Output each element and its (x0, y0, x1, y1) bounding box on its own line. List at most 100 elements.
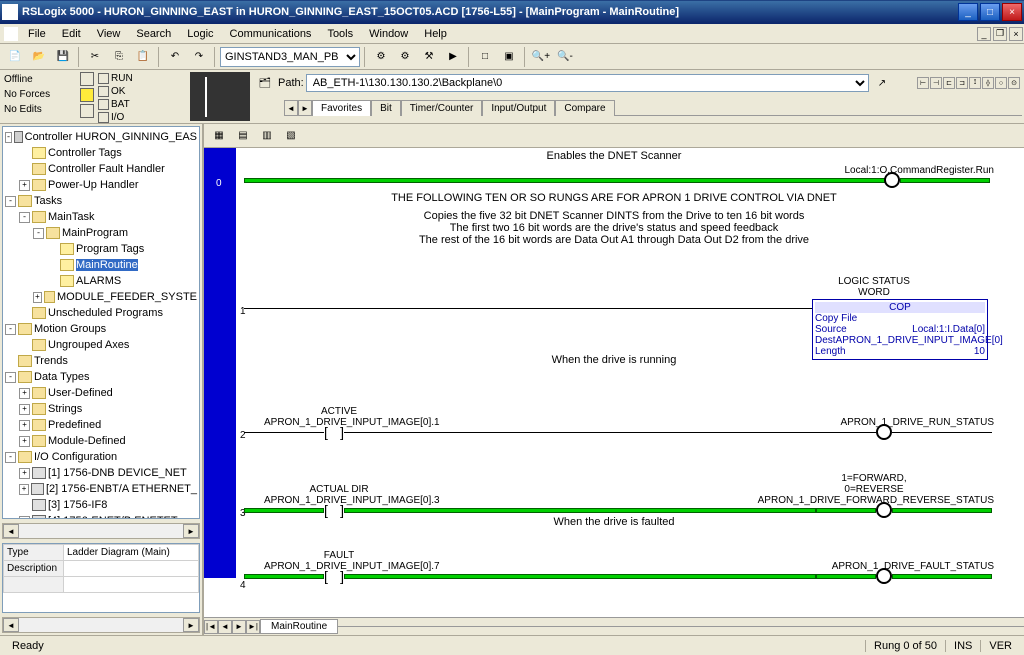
tree-node[interactable]: -MainProgram (5, 225, 197, 241)
ote-icon[interactable]: ⟠ (982, 77, 994, 89)
tree-node[interactable]: ALARMS (5, 273, 197, 289)
expand-icon[interactable]: - (5, 452, 16, 463)
open-button[interactable]: 📂 (28, 46, 50, 68)
rung4-contact[interactable] (324, 568, 344, 582)
check-RUN[interactable] (98, 73, 109, 84)
tab-prev-button[interactable]: ◄ (284, 100, 298, 116)
undo-button[interactable]: ↶ (164, 46, 186, 68)
tab-io[interactable]: Input/Output (482, 100, 555, 116)
menu-edit[interactable]: Edit (54, 26, 89, 42)
expand-icon[interactable]: - (5, 372, 16, 383)
test-button[interactable]: ▧ (280, 125, 302, 147)
rung3-coil[interactable] (876, 502, 892, 518)
rung2-contact[interactable] (324, 424, 344, 438)
rung-icon[interactable]: ⊢ (917, 77, 929, 89)
mdi-minimize-button[interactable]: _ (977, 27, 991, 41)
otu-icon[interactable]: ⊙ (1008, 77, 1020, 89)
close-button[interactable]: × (1002, 3, 1022, 21)
tab-bit[interactable]: Bit (371, 100, 401, 116)
expand-icon[interactable]: - (33, 228, 44, 239)
cut-button[interactable]: ✂ (84, 46, 106, 68)
rung2-coil[interactable] (876, 424, 892, 440)
tree-node[interactable]: Program Tags (5, 241, 197, 257)
paste-button[interactable]: 📋 (132, 46, 154, 68)
ladder-editor[interactable]: 0 Enables the DNET Scanner Local:1:O.Com… (204, 148, 1024, 617)
minimize-button[interactable]: _ (958, 3, 978, 21)
copy-button[interactable]: ⎘ (108, 46, 130, 68)
tree-node[interactable]: +Strings (5, 401, 197, 417)
tree-node[interactable]: -Data Types (5, 369, 197, 385)
rung3-contact[interactable] (324, 502, 344, 516)
expand-icon[interactable]: + (33, 292, 42, 303)
build-button[interactable]: ⚒ (418, 46, 440, 68)
controller-tree[interactable]: -Controller HURON_GINNING_EAS Controller … (2, 126, 200, 519)
tree-node[interactable]: +MODULE_FEEDER_SYSTE (5, 289, 197, 305)
rung1-cop-box[interactable]: COP Copy File SourceLocal:1:I.Data[0] De… (812, 299, 988, 360)
expand-icon[interactable]: - (5, 324, 16, 335)
edit-button[interactable]: ▦ (208, 125, 230, 147)
cancel-button[interactable]: ▥ (256, 125, 278, 147)
tree-node[interactable]: MainRoutine (5, 257, 197, 273)
path-icon[interactable]: 🗂 (254, 72, 276, 94)
expand-icon[interactable]: - (5, 132, 12, 143)
tree-node[interactable]: +[4] 1756-ENET/B ENETET (5, 513, 197, 519)
check-I/O[interactable] (98, 112, 109, 123)
redo-button[interactable]: ↷ (188, 46, 210, 68)
toggle-button[interactable]: □ (474, 46, 496, 68)
menu-window[interactable]: Window (361, 26, 416, 42)
tree-node[interactable]: [3] 1756-IF8 (5, 497, 197, 513)
save-button[interactable]: 💾 (52, 46, 74, 68)
level-icon[interactable]: ⊏ (943, 77, 955, 89)
check-OK[interactable] (98, 86, 109, 97)
expand-icon[interactable]: - (5, 196, 16, 207)
rtab-next-button[interactable]: ► (232, 620, 246, 634)
rtab-mainroutine[interactable]: MainRoutine (260, 619, 338, 634)
path-input[interactable]: AB_ETH-1\130.130.130.2\Backplane\0 (306, 74, 869, 92)
tree-node[interactable]: -Motion Groups (5, 321, 197, 337)
tree-node[interactable]: +Module-Defined (5, 433, 197, 449)
menu-communications[interactable]: Communications (222, 26, 320, 42)
maximize-button[interactable]: □ (980, 3, 1000, 21)
menu-logic[interactable]: Logic (179, 26, 221, 42)
tab-compare[interactable]: Compare (555, 100, 614, 116)
rung4-coil[interactable] (876, 568, 892, 584)
menu-search[interactable]: Search (128, 26, 179, 42)
otl-icon[interactable]: ○ (995, 77, 1007, 89)
path-browse-button[interactable]: ↗ (871, 72, 893, 94)
expand-icon[interactable]: + (19, 516, 30, 520)
tree-node[interactable]: Trends (5, 353, 197, 369)
tree-scrollbar[interactable]: ◄► (2, 523, 200, 539)
zoom-out-button[interactable]: 🔍- (554, 46, 576, 68)
verify-all-button[interactable]: ⚙ (394, 46, 416, 68)
tree-node[interactable]: -Controller HURON_GINNING_EAS (5, 129, 197, 145)
main-hscroll[interactable]: ◄► (2, 617, 200, 633)
tree-node[interactable]: Controller Fault Handler (5, 161, 197, 177)
tab-timer[interactable]: Timer/Counter (401, 100, 483, 116)
expand-icon[interactable]: + (19, 468, 30, 479)
check-BAT[interactable] (98, 99, 109, 110)
tab-favorites[interactable]: Favorites (312, 100, 371, 116)
tree-node[interactable]: Unscheduled Programs (5, 305, 197, 321)
tree-node[interactable]: +Predefined (5, 417, 197, 433)
expand-icon[interactable]: + (19, 436, 30, 447)
tab-next-button[interactable]: ► (298, 100, 312, 116)
rtab-prev-button[interactable]: ◄ (218, 620, 232, 634)
menu-tools[interactable]: Tools (319, 26, 361, 42)
menu-view[interactable]: View (89, 26, 129, 42)
branch-icon[interactable]: ⊣ (930, 77, 942, 89)
expand-icon[interactable]: + (19, 420, 30, 431)
tree-node[interactable]: -Tasks (5, 193, 197, 209)
expand-icon[interactable]: + (19, 388, 30, 399)
accept-button[interactable]: ▤ (232, 125, 254, 147)
menu-file[interactable]: File (20, 26, 54, 42)
rtab-last-button[interactable]: ►| (246, 620, 260, 634)
tag-dropdown[interactable]: GINSTAND3_MAN_PB (220, 47, 360, 67)
tree-node[interactable]: +[2] 1756-ENBT/A ETHERNET_ (5, 481, 197, 497)
tree-node[interactable]: +Power-Up Handler (5, 177, 197, 193)
tree-node[interactable]: -MainTask (5, 209, 197, 225)
expand-icon[interactable]: + (19, 484, 29, 495)
xio-icon[interactable]: ⟟ (969, 77, 981, 89)
mdi-restore-button[interactable]: ❐ (993, 27, 1007, 41)
mdi-close-button[interactable]: × (1009, 27, 1023, 41)
xic-icon[interactable]: ⊐ (956, 77, 968, 89)
